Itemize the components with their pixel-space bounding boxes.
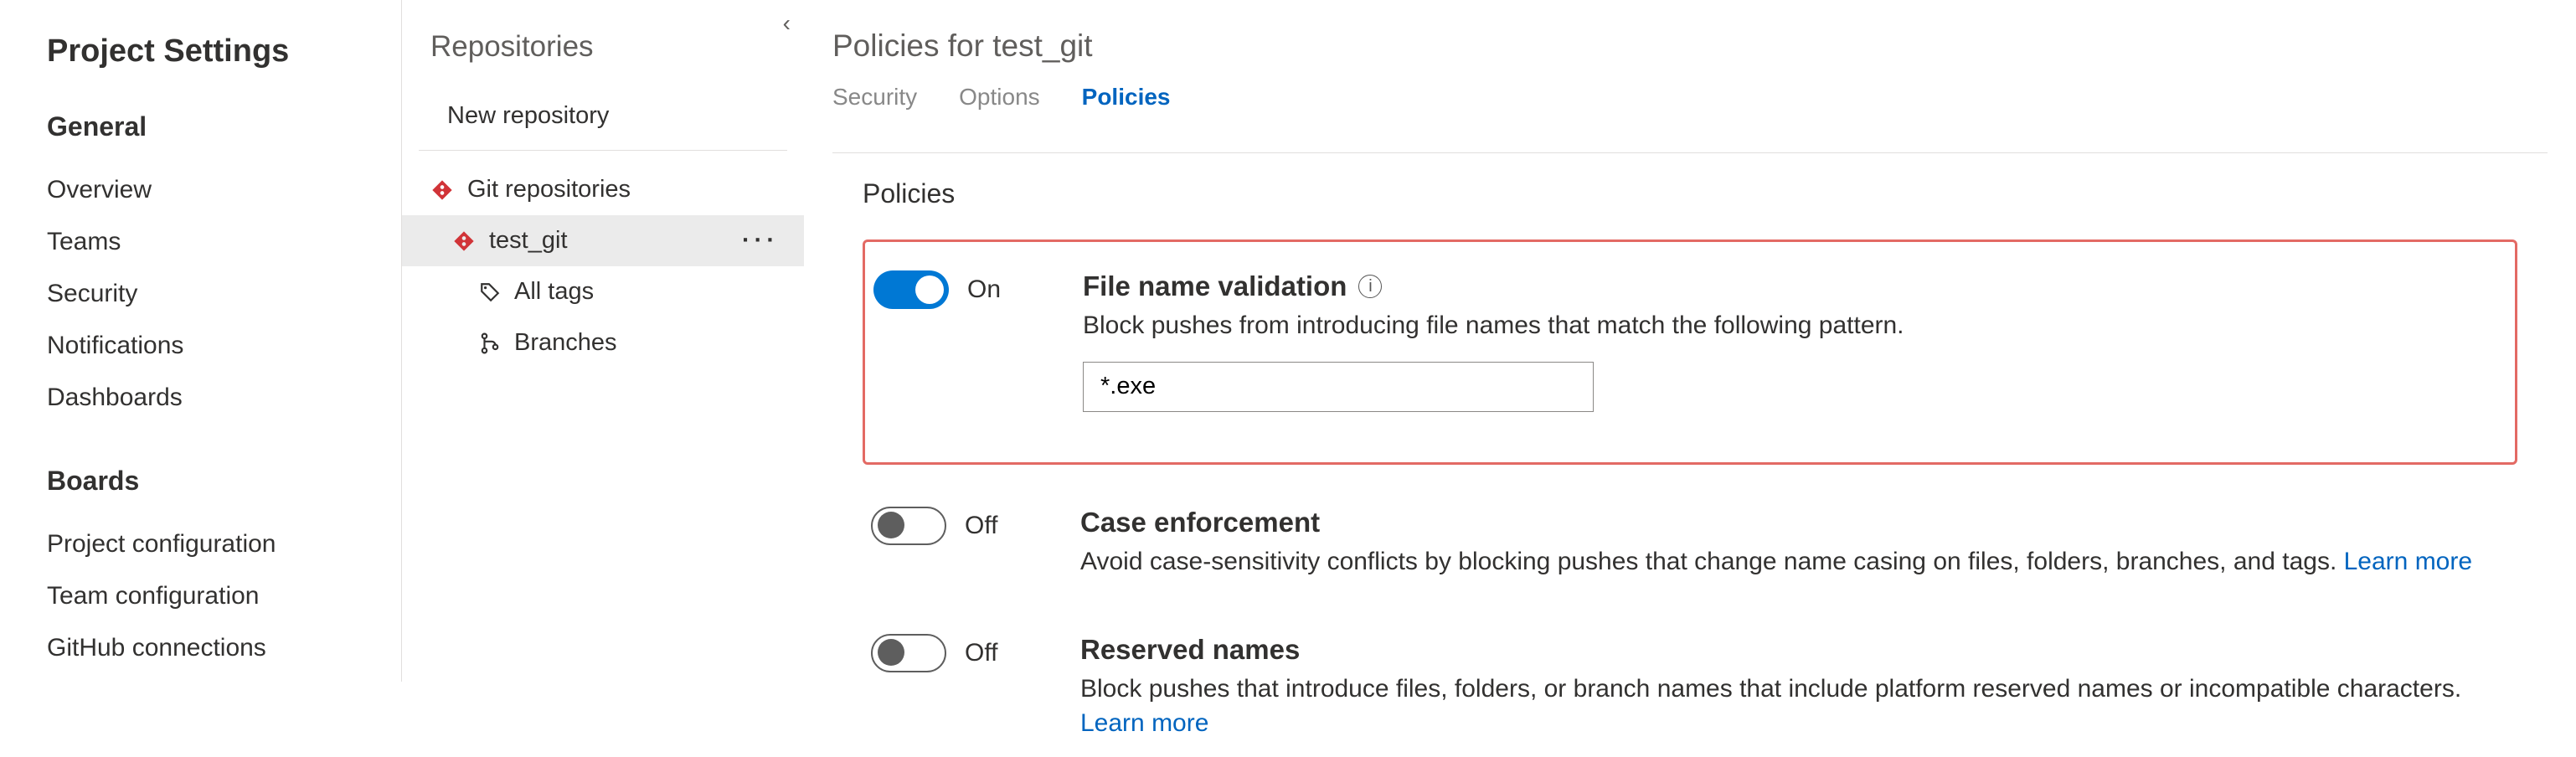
git-repo-icon [430, 178, 454, 202]
toggle-state-label: Off [965, 639, 997, 667]
policy-title-case-enforcement: Case enforcement [1080, 507, 1320, 538]
collapse-panel-icon[interactable]: ‹ [783, 10, 791, 37]
toggle-state-label: Off [965, 512, 997, 540]
tree-all-tags[interactable]: All tags [402, 266, 804, 317]
policy-desc-file-name-validation: Block pushes from introducing file names… [1083, 309, 2515, 343]
tree-branches[interactable]: Branches [402, 317, 804, 368]
section-title-policies: Policies [863, 178, 2517, 209]
repositories-title: Repositories [430, 30, 804, 64]
info-icon[interactable]: i [1358, 275, 1382, 298]
toggle-state-label: On [967, 276, 1001, 304]
learn-more-case-enforcement[interactable]: Learn more [2344, 548, 2472, 575]
branch-icon [479, 332, 501, 354]
tree-repo-label: test_git [489, 227, 568, 255]
new-repository-button[interactable]: New repository [419, 89, 787, 151]
tree-repo-test-git[interactable]: test_git ··· [402, 215, 804, 266]
tab-policies[interactable]: Policies [1082, 84, 1171, 119]
toggle-case-enforcement[interactable] [871, 507, 946, 545]
nav-overview[interactable]: Overview [47, 164, 384, 216]
policy-title-reserved-names: Reserved names [1080, 634, 1300, 666]
learn-more-reserved-names[interactable]: Learn more [1080, 709, 1208, 737]
nav-teams[interactable]: Teams [47, 216, 384, 268]
nav-notifications[interactable]: Notifications [47, 320, 384, 372]
tree-branches-label: Branches [514, 329, 617, 357]
nav-github-connections[interactable]: GitHub connections [47, 622, 384, 674]
tab-options[interactable]: Options [959, 84, 1040, 119]
nav-project-configuration[interactable]: Project configuration [47, 518, 384, 570]
nav-team-configuration[interactable]: Team configuration [47, 570, 384, 622]
tree-root-label: Git repositories [467, 176, 631, 203]
toggle-reserved-names[interactable] [871, 634, 946, 672]
policy-file-name-validation-highlight: On File name validation i Block pushes f… [863, 239, 2517, 465]
nav-group-general: General [47, 111, 384, 142]
git-repo-icon [452, 229, 476, 253]
tag-icon [479, 281, 501, 303]
file-name-pattern-input[interactable] [1083, 362, 1594, 412]
policy-desc-reserved-names: Block pushes that introduce files, folde… [1080, 675, 2461, 703]
nav-security[interactable]: Security [47, 268, 384, 320]
tab-security[interactable]: Security [832, 84, 917, 119]
nav-group-boards: Boards [47, 466, 384, 497]
policy-title-file-name-validation: File name validation [1083, 270, 1347, 302]
tree-git-repositories[interactable]: Git repositories [402, 164, 804, 215]
tree-all-tags-label: All tags [514, 278, 594, 306]
nav-dashboards[interactable]: Dashboards [47, 372, 384, 424]
toggle-file-name-validation[interactable] [873, 270, 949, 309]
policy-desc-case-enforcement: Avoid case-sensitivity conflicts by bloc… [1080, 548, 2336, 575]
page-title: Policies for test_git [832, 28, 2548, 64]
more-actions-icon[interactable]: ··· [742, 227, 779, 255]
project-settings-title: Project Settings [47, 33, 384, 70]
